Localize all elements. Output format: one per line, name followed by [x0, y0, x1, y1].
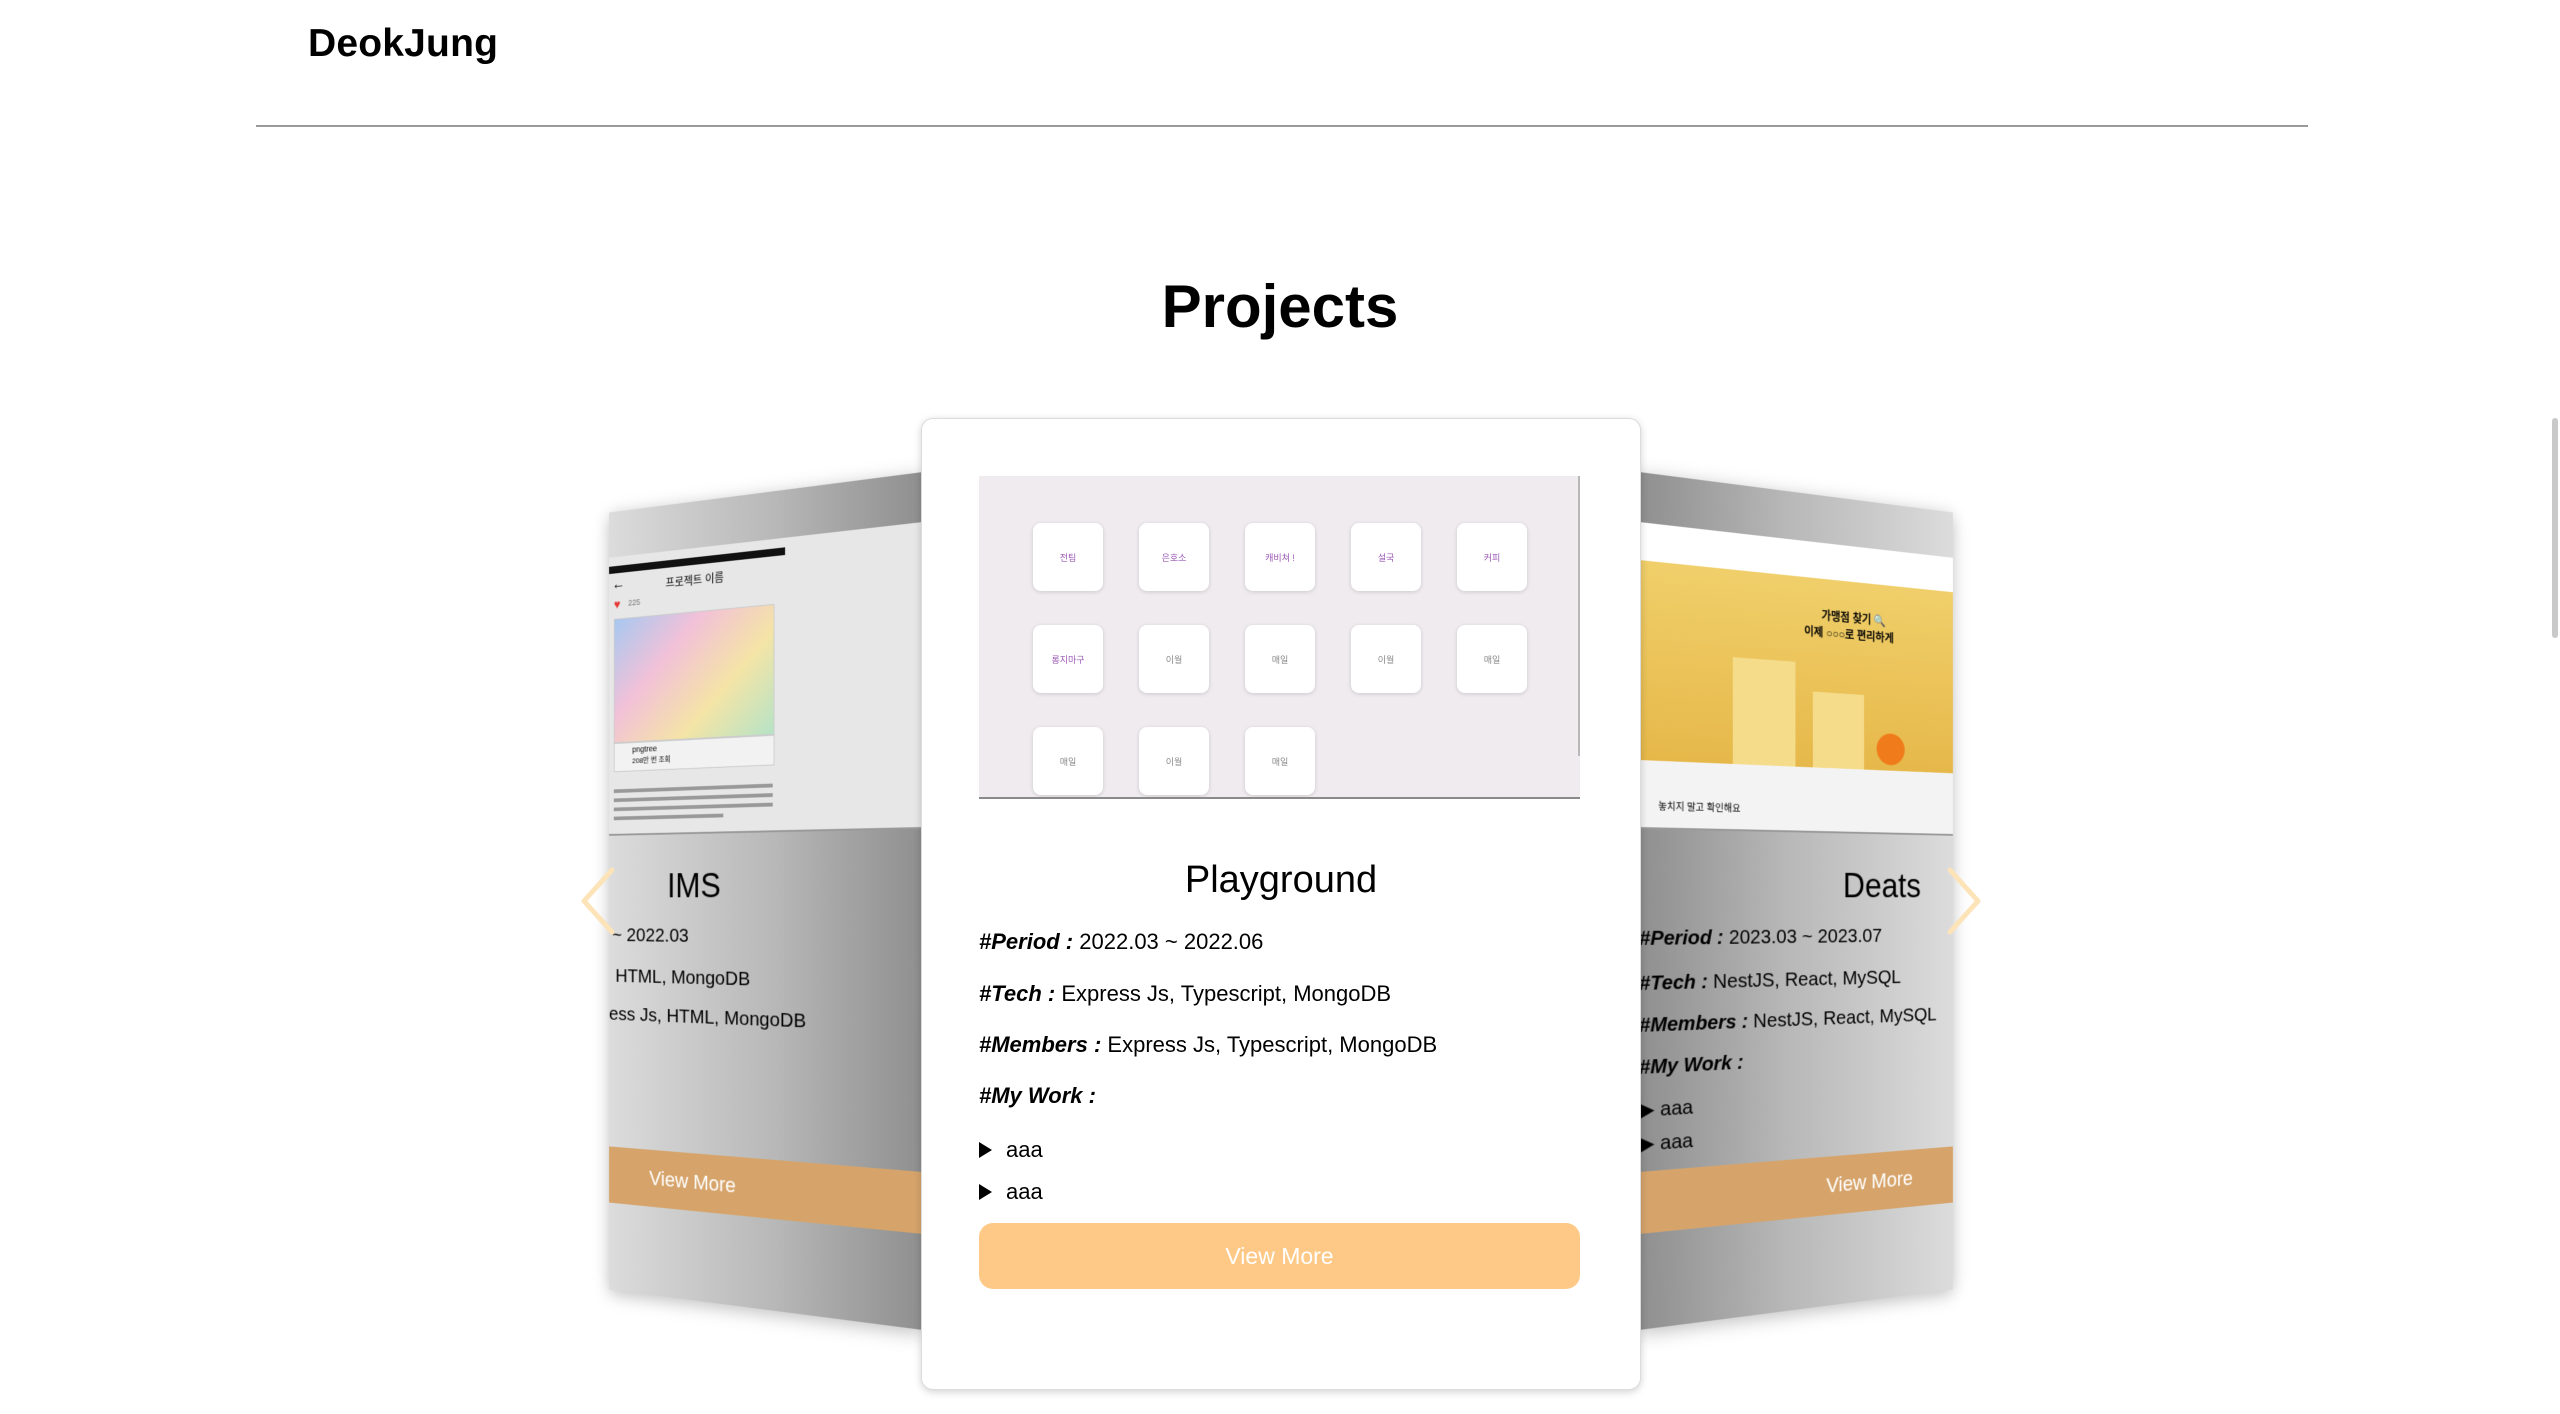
site-title[interactable]: DeokJung: [308, 22, 498, 66]
app-tile: 전팀: [1033, 523, 1103, 591]
project-thumbnail-playground: 전팀 은호소 캐비쳐 ! 설국 커피 롱지마구 이월 매일 이월 매일 매일 이월 매일: [979, 476, 1580, 799]
thumb-text-lines: [614, 778, 773, 826]
thumb-gradient-image: [614, 604, 775, 743]
work-item: aaa: [979, 1179, 1043, 1205]
app-tile: 이월: [1351, 625, 1421, 693]
view-stat: 208만 번 조회: [632, 754, 670, 766]
project-tech-deats: #Tech : NestJS, React, MySQL: [1639, 966, 1901, 996]
tech-value: Express Js, Typescript, MongoDB: [1061, 981, 1391, 1006]
thumb-hero: 가맹점 찾기 🔍 이제 ○○○로 편리하게: [1639, 560, 1953, 773]
project-card-ims[interactable]: ← 프로젝트 이름 ♥ 225 pngtree 208만 번 조회 IMS ~ …: [609, 472, 923, 1330]
text-line: [614, 793, 773, 802]
text-line: [614, 814, 723, 821]
thumb-scrollbar: [1578, 476, 1580, 756]
thumb-app-title: 프로젝트 이름: [666, 569, 724, 591]
view-more-button-deats[interactable]: View More: [1639, 1146, 1953, 1234]
text-line: [614, 803, 773, 812]
play-triangle-icon: [979, 1142, 992, 1158]
view-more-label: View More: [649, 1166, 736, 1198]
section-title: Projects: [0, 272, 2560, 341]
app-tile: 이월: [1139, 727, 1209, 795]
app-tile: 롱지마구: [1033, 625, 1103, 693]
app-tile: 매일: [1457, 625, 1527, 693]
play-triangle-icon: [979, 1184, 992, 1200]
tech-label: #Tech :: [979, 981, 1055, 1006]
work-item-text: aaa: [1006, 1137, 1043, 1163]
project-period-playground: #Period : 2022.03 ~ 2022.06: [979, 929, 1263, 955]
project-name-playground: Playground: [922, 859, 1640, 902]
mascot-icon: [1877, 733, 1905, 766]
project-members-deats: #Members : NestJS, React, MySQL: [1639, 1004, 1937, 1038]
back-arrow-icon: ←: [612, 576, 625, 594]
project-thumbnail-ims: ← 프로젝트 이름 ♥ 225 pngtree 208만 번 조회: [609, 522, 923, 836]
thumb-top-bar: [609, 547, 785, 574]
project-members-ims: ess Js, HTML, MongoDB: [609, 1003, 806, 1033]
brand-name: pngtree: [632, 744, 657, 754]
project-card-deats[interactable]: 가맹점 찾기 🔍 이제 ○○○로 편리하게 놓치지 말고 확인해요 Deats …: [1639, 472, 1953, 1330]
work-item-text: aaa: [1660, 1129, 1693, 1154]
work-item-text: aaa: [1006, 1179, 1043, 1205]
work-item: ▶ aaa: [1639, 1095, 1693, 1123]
header-divider: [256, 125, 2308, 127]
project-thumbnail-deats: 가맹점 찾기 🔍 이제 ○○○로 편리하게 놓치지 말고 확인해요: [1639, 522, 1953, 836]
work-label: #My Work :: [979, 1083, 1096, 1108]
thumb-buildings: [1733, 657, 1796, 767]
period-label: #Period :: [979, 929, 1073, 954]
project-tech-ims: HTML, MongoDB: [615, 965, 750, 991]
app-tile: 캐비쳐 !: [1245, 523, 1315, 591]
project-work-label-playground: #My Work :: [979, 1083, 1096, 1109]
app-tile: 매일: [1245, 727, 1315, 795]
period-label: #Period :: [1639, 926, 1724, 950]
members-value: NestJS, React, MySQL: [1753, 1004, 1936, 1032]
likes-count: 225: [628, 597, 640, 607]
thumb-footer-text: 놓치지 말고 확인해요: [1658, 798, 1740, 815]
view-more-button-playground[interactable]: View More: [979, 1223, 1580, 1289]
members-label: #Members :: [1639, 1010, 1748, 1037]
page-scrollbar[interactable]: [2552, 418, 2558, 638]
prev-arrow-icon[interactable]: [578, 866, 618, 936]
app-tile: 은호소: [1139, 523, 1209, 591]
app-tile: 매일: [1033, 727, 1103, 795]
members-label: #Members :: [979, 1032, 1101, 1057]
app-tile: 이월: [1139, 625, 1209, 693]
period-value: 2022.03 ~ 2022.06: [1079, 929, 1263, 954]
project-name-ims: IMS: [667, 866, 721, 905]
project-card-playground[interactable]: 전팀 은호소 캐비쳐 ! 설국 커피 롱지마구 이월 매일 이월 매일 매일 이월 매일 Playgro…: [921, 418, 1641, 1390]
period-value: 2023.03 ~ 2023.07: [1729, 925, 1882, 949]
app-tile: 매일: [1245, 625, 1315, 693]
thumb-buildings: [1813, 692, 1864, 770]
work-item-text: aaa: [1660, 1096, 1693, 1121]
project-period-deats: #Period : 2023.03 ~ 2023.07: [1639, 925, 1882, 951]
heart-icon: ♥: [614, 596, 621, 611]
work-item: aaa: [979, 1137, 1043, 1163]
app-tile: 설국: [1351, 523, 1421, 591]
view-more-button-ims[interactable]: View More: [609, 1146, 923, 1234]
members-value: Express Js, Typescript, MongoDB: [1107, 1032, 1437, 1057]
work-item: ▶ aaa: [1639, 1128, 1693, 1157]
next-arrow-icon[interactable]: [1944, 866, 1984, 936]
project-name-deats: Deats: [1843, 866, 1921, 905]
project-tech-playground: #Tech : Express Js, Typescript, MongoDB: [979, 981, 1391, 1007]
tech-value: NestJS, React, MySQL: [1713, 966, 1901, 992]
text-line: [614, 784, 773, 794]
tech-label: #Tech :: [1639, 971, 1708, 995]
project-members-playground: #Members : Express Js, Typescript, Mongo…: [979, 1032, 1437, 1058]
app-tile: 커피: [1457, 523, 1527, 591]
view-more-label: View More: [1826, 1166, 1913, 1198]
project-work-label-deats: #My Work :: [1639, 1051, 1743, 1080]
project-period-ims: ~ 2022.03: [612, 925, 689, 948]
